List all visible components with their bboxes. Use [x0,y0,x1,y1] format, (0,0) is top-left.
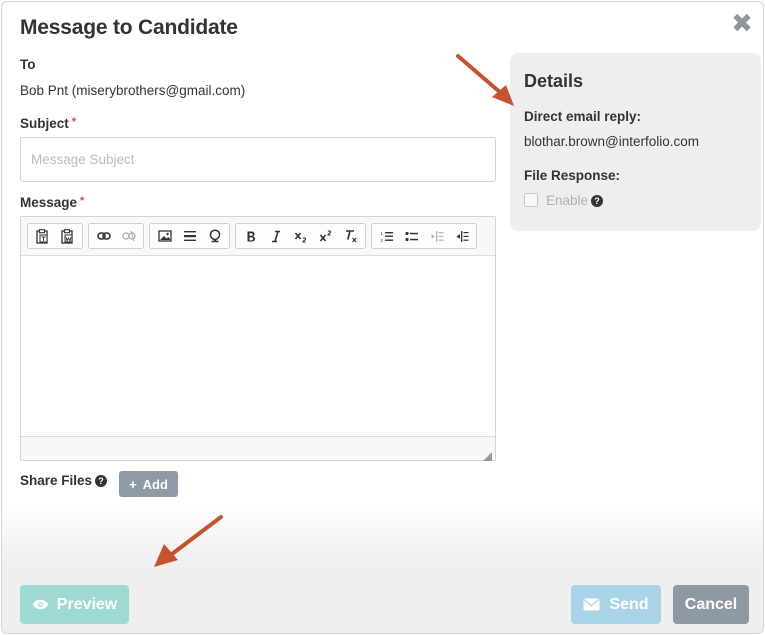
subscript-icon[interactable] [288,224,313,248]
message-label-text: Message [20,195,78,210]
annotation-arrow [154,515,223,567]
question-circle-icon[interactable]: ? [95,475,108,488]
toolbar-group-insert [149,223,230,249]
details-title: Details [524,71,584,91]
annotation-arrow [456,54,514,106]
paste-word-icon[interactable] [55,224,80,248]
svg-text:1: 1 [380,231,383,236]
paste-text-icon[interactable] [30,224,55,248]
share-files-label: Share Files? [20,473,108,488]
unlink-icon[interactable] [116,224,141,248]
special-char-icon[interactable] [202,224,227,248]
preview-button-label: Preview [56,595,118,613]
file-response-enable: Enable? [546,193,604,208]
numbered-list-icon[interactable]: 12 [374,224,399,248]
bulleted-list-icon[interactable] [399,224,424,248]
editor-status-bar [21,436,495,461]
subject-label: Subject * [20,116,76,131]
modal-title: Message to Candidate [20,16,238,39]
required-marker: * [80,195,85,207]
eye-icon [32,599,48,610]
close-icon[interactable]: ✖ [730,10,754,36]
resize-handle-icon[interactable] [483,448,492,461]
add-files-button[interactable]: + Add [119,471,178,497]
details-panel: Details Direct email reply: blothar.brow… [510,53,761,231]
share-files-label-text: Share Files [20,473,93,488]
subject-label-text: Subject [20,116,69,131]
toolbar-group-format [235,223,366,249]
question-circle-icon[interactable]: ? [591,195,604,208]
file-response-label: File Response: [524,168,621,183]
outdent-icon[interactable] [424,224,449,248]
footer-fade [2,502,763,565]
editor-toolbar: 12 [21,217,495,256]
toolbar-group-links [88,223,144,249]
image-icon[interactable] [152,224,177,248]
message-body-editable[interactable] [21,256,495,436]
superscript-icon[interactable] [313,224,338,248]
to-value: Bob Pnt (miserybrothers@gmail.com) [20,83,246,98]
svg-text:2: 2 [380,238,383,243]
send-button-label: Send [609,595,649,613]
subject-input[interactable] [20,137,496,182]
envelope-icon [583,598,600,611]
bold-icon[interactable] [238,224,263,248]
indent-icon[interactable] [449,224,474,248]
link-icon[interactable] [91,224,116,248]
direct-email-reply-label: Direct email reply: [524,109,642,124]
plus-icon: + [129,476,137,492]
direct-email-reply-value: blothar.brown@interfolio.com [524,134,700,149]
horizontal-line-icon[interactable] [177,224,202,248]
required-marker: * [71,116,77,128]
add-files-button-label: Add [142,476,168,492]
remove-format-icon[interactable] [338,224,363,248]
toolbar-group-lists: 12 [371,223,477,249]
preview-button[interactable]: Preview [20,585,129,624]
send-button[interactable]: Send [571,585,661,624]
file-response-enable-checkbox[interactable] [524,193,538,207]
italic-icon[interactable] [263,224,288,248]
cancel-button[interactable]: Cancel [673,585,749,624]
to-label: To [20,57,36,72]
message-modal: Message to Candidate ✖ To Bob Pnt (miser… [1,1,764,634]
message-label: Message * [20,195,84,210]
enable-label: Enable [546,193,589,208]
toolbar-group-clipboard [27,223,83,249]
message-editor: 12 [20,216,496,461]
